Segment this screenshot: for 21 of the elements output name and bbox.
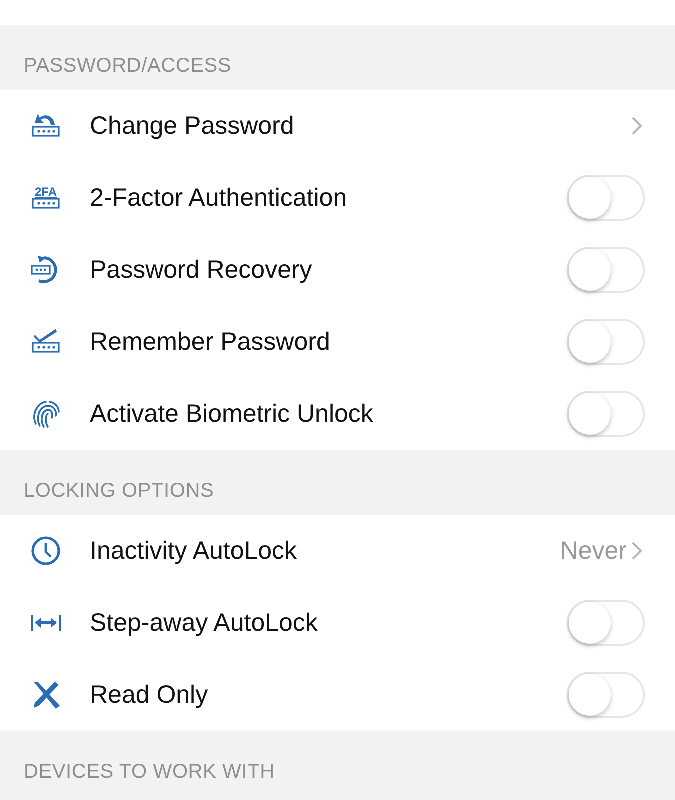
- toggle-switch[interactable]: [567, 672, 645, 718]
- toggle-switch[interactable]: [567, 319, 645, 365]
- chevron-icon: [631, 541, 643, 561]
- toggle-switch[interactable]: [567, 247, 645, 293]
- section-header: DEVICES TO WORK WITH: [23, 760, 276, 785]
- setting-label: Activate Biometric Unlock: [90, 400, 374, 428]
- setting-label: Password Recovery: [90, 256, 314, 284]
- chevron-icon: [631, 116, 643, 136]
- setting-label: Remember Password: [90, 328, 332, 356]
- menu-item[interactable]: Inactivity AutoLock: [90, 536, 560, 566]
- setting-label: Step-away AutoLock: [90, 608, 319, 638]
- toggle-switch[interactable]: [567, 391, 645, 437]
- section-header: LOCKING OPTIONS: [23, 479, 216, 504]
- setting-label: 2-Factor Authentication: [90, 184, 348, 212]
- toggle-switch[interactable]: [567, 175, 645, 221]
- toggle-switch[interactable]: [567, 600, 645, 646]
- setting-label: Read Only: [90, 680, 210, 710]
- setting-value: Never: [560, 536, 627, 566]
- clock-icon: [30, 535, 62, 567]
- menu-item[interactable]: Change Password: [90, 112, 627, 140]
- section-header: PASSWORD/ACCESS: [23, 54, 232, 79]
